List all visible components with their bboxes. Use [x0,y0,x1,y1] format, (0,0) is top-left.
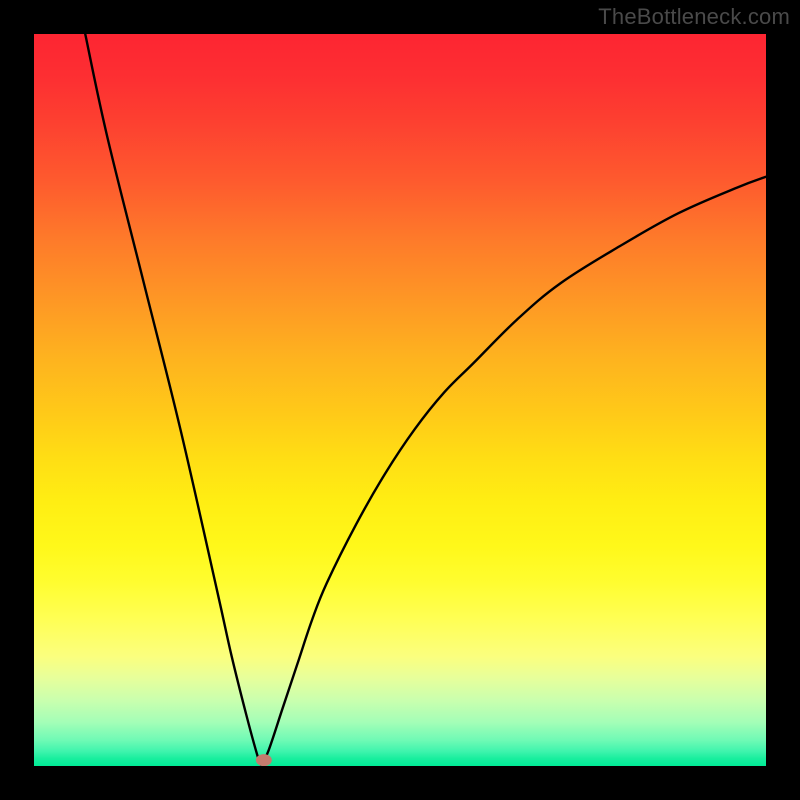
curve-right-branch [261,177,766,765]
minimum-marker [256,754,272,766]
plot-area [34,34,766,766]
curve-layer [34,34,766,766]
watermark-text: TheBottleneck.com [598,4,790,30]
curve-left-branch [85,34,261,765]
chart-frame: TheBottleneck.com [0,0,800,800]
